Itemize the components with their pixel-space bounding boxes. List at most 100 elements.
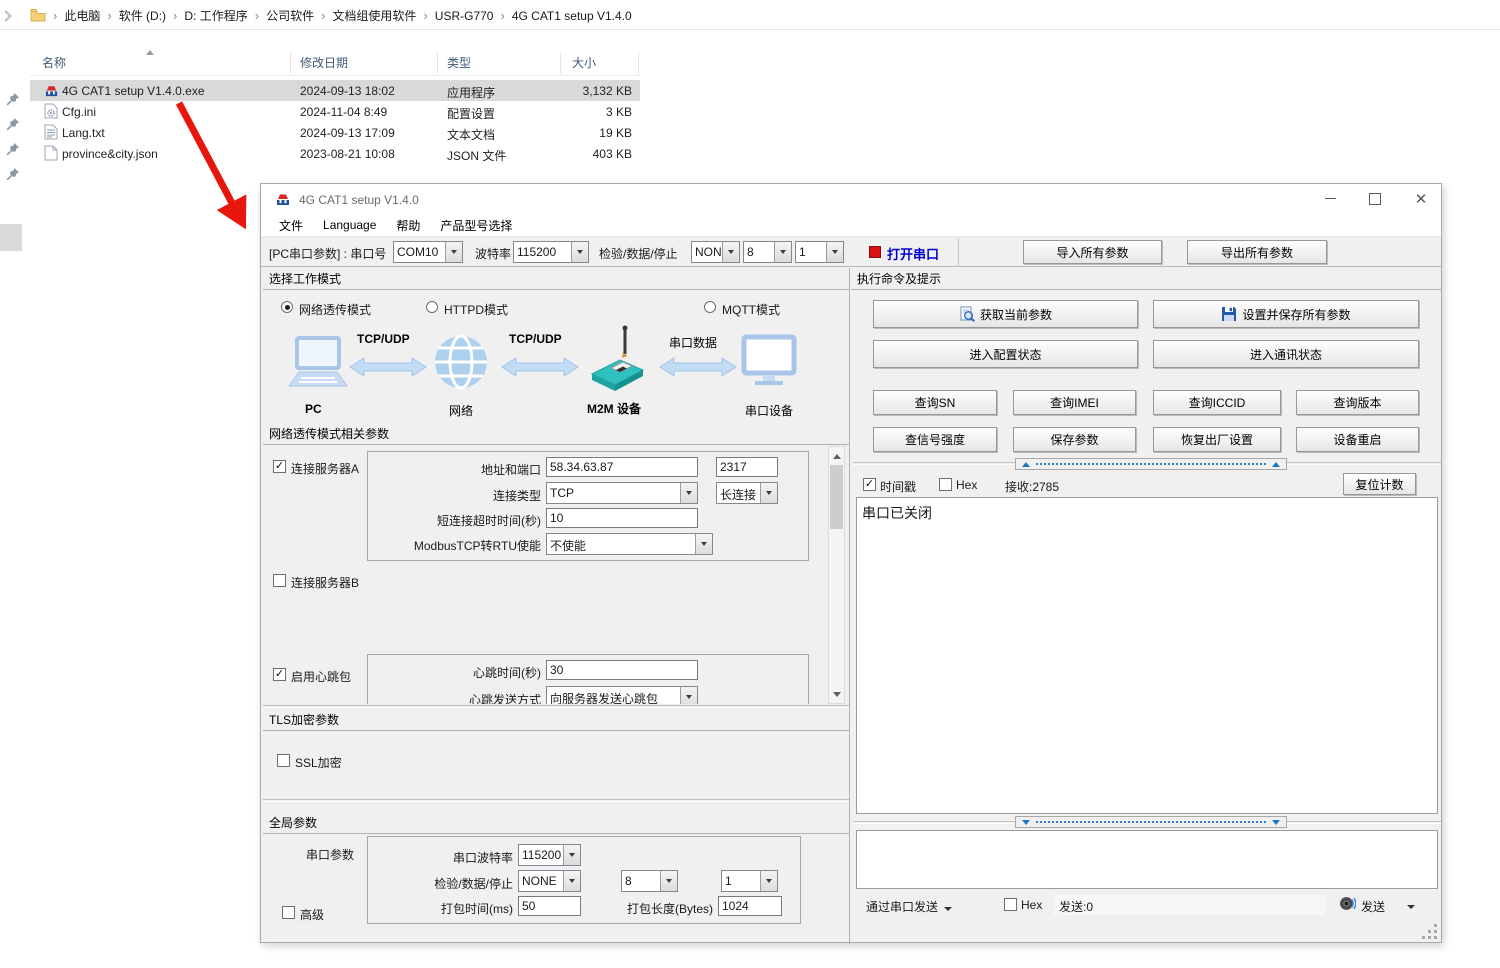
- stopbits-select[interactable]: 1: [795, 241, 844, 263]
- send-input-area[interactable]: [856, 830, 1438, 889]
- splitter-collapse-handle[interactable]: [1015, 458, 1287, 470]
- pushpin-icon[interactable]: [6, 142, 20, 156]
- modbus-select[interactable]: 不使能: [546, 533, 713, 555]
- query-signal-button[interactable]: 查信号强度: [873, 427, 997, 452]
- nav-pane-scroll-handle[interactable]: [0, 224, 22, 251]
- set-save-params-button[interactable]: 设置并保存所有参数: [1153, 300, 1419, 328]
- scrollbar-thumb[interactable]: [830, 465, 843, 529]
- heartbeat-time-input[interactable]: 30: [546, 660, 698, 680]
- net-params-scrollbar[interactable]: [828, 446, 845, 704]
- save-params-button[interactable]: 保存参数: [1013, 427, 1136, 452]
- column-header-date[interactable]: 修改日期: [300, 54, 348, 71]
- chevron-down-icon[interactable]: [1407, 905, 1415, 909]
- query-sn-button[interactable]: 查询SN: [873, 390, 997, 415]
- table-row[interactable]: Cfg.ini 2024-11-04 8:49 配置设置 3 KB: [30, 101, 640, 122]
- scroll-up-icon[interactable]: [829, 448, 844, 464]
- conn-type-select[interactable]: TCP: [546, 482, 698, 504]
- menu-help[interactable]: 帮助: [386, 217, 430, 234]
- column-divider: [290, 52, 291, 74]
- query-imei-button[interactable]: 查询IMEI: [1013, 390, 1136, 415]
- enter-config-button[interactable]: 进入配置状态: [873, 340, 1138, 368]
- column-header-size[interactable]: 大小: [572, 54, 596, 71]
- global-parity-select[interactable]: NONE: [518, 870, 581, 892]
- serial-device-icon: [741, 334, 797, 388]
- pack-time-input[interactable]: 50: [518, 896, 581, 916]
- parity-select[interactable]: NONE: [691, 241, 740, 263]
- global-databits-select[interactable]: 8: [621, 870, 678, 892]
- scroll-down-icon[interactable]: [829, 686, 844, 702]
- menu-product-select[interactable]: 产品型号选择: [430, 217, 522, 234]
- com-port-select[interactable]: COM10: [393, 241, 463, 263]
- send-via-dropdown[interactable]: 通过串口发送: [866, 898, 952, 915]
- advanced-checkbox[interactable]: [282, 906, 295, 919]
- diagram-node-label: PC: [305, 402, 322, 416]
- table-row[interactable]: province&city.json 2023-08-21 10:08 JSON…: [30, 143, 640, 164]
- recv-hex-checkbox[interactable]: [939, 478, 952, 491]
- radio-httpd-mode[interactable]: [426, 301, 438, 313]
- server-b-checkbox[interactable]: [273, 574, 286, 587]
- pack-len-input[interactable]: 1024: [718, 896, 782, 916]
- timestamp-checkbox[interactable]: [863, 478, 876, 491]
- collapse-up-icon: [1022, 462, 1030, 467]
- global-baud-select[interactable]: 115200: [518, 844, 581, 866]
- conn-persist-select[interactable]: 长连接: [716, 482, 778, 504]
- menu-language[interactable]: Language: [313, 218, 386, 232]
- breadcrumb-sep-icon: ›: [497, 8, 507, 23]
- server-a-label: 连接服务器A: [291, 460, 359, 477]
- ssl-label: SSL加密: [295, 754, 342, 771]
- server-a-checkbox[interactable]: [273, 460, 286, 473]
- nav-forward-icon[interactable]: [0, 10, 11, 21]
- reboot-button[interactable]: 设备重启: [1296, 427, 1419, 452]
- query-iccid-button[interactable]: 查询ICCID: [1153, 390, 1281, 415]
- send-hex-checkbox[interactable]: [1004, 898, 1017, 911]
- heartbeat-mode-select[interactable]: 向服务器发送心跳包: [546, 686, 698, 704]
- breadcrumb-item[interactable]: USR-G770: [431, 9, 498, 23]
- server-port-input[interactable]: 2317: [716, 457, 778, 477]
- breadcrumb-item[interactable]: 软件 (D:): [115, 7, 170, 24]
- breadcrumb-item[interactable]: D: 工作程序: [180, 7, 251, 24]
- short-timeout-input[interactable]: 10: [546, 508, 698, 528]
- column-divider: [437, 52, 438, 74]
- radio-net-transparent-mode[interactable]: [281, 301, 293, 313]
- maximize-button[interactable]: [1354, 184, 1396, 213]
- global-stopbits-select[interactable]: 1: [721, 870, 778, 892]
- splitter-collapse-handle[interactable]: [1015, 816, 1287, 828]
- import-params-button[interactable]: 导入所有参数: [1023, 240, 1162, 264]
- pushpin-icon[interactable]: [6, 167, 20, 181]
- column-header-name[interactable]: 名称: [42, 54, 66, 71]
- get-params-button[interactable]: 获取当前参数: [873, 300, 1138, 328]
- breadcrumb-item[interactable]: 此电脑: [60, 7, 104, 24]
- breadcrumb-item[interactable]: 公司软件: [262, 7, 318, 24]
- heartbeat-checkbox[interactable]: [273, 668, 286, 681]
- recv-hex-label: Hex: [956, 478, 977, 492]
- enter-comm-button[interactable]: 进入通讯状态: [1153, 340, 1419, 368]
- export-params-button[interactable]: 导出所有参数: [1187, 240, 1327, 264]
- minimize-button[interactable]: [1309, 184, 1351, 213]
- collapse-down-icon: [1272, 820, 1280, 825]
- menu-file[interactable]: 文件: [269, 217, 313, 234]
- app-window: 4G CAT1 setup V1.4.0 ✕ 文件 Language 帮助 产品…: [260, 183, 1442, 943]
- file-size: 3,132 KB: [560, 84, 632, 98]
- breadcrumb-item[interactable]: 文档组使用软件: [328, 7, 420, 24]
- receive-log-area[interactable]: 串口已关闭: [856, 497, 1438, 814]
- chevron-down-icon: [760, 483, 777, 503]
- table-row[interactable]: 4G CAT1 setup V1.4.0.exe 2024-09-13 18:0…: [30, 80, 640, 101]
- pushpin-icon[interactable]: [6, 117, 20, 131]
- close-button[interactable]: ✕: [1400, 184, 1442, 213]
- ssl-checkbox[interactable]: [277, 754, 290, 767]
- factory-reset-button[interactable]: 恢复出厂设置: [1153, 427, 1281, 452]
- section-divider: [263, 705, 849, 708]
- server-address-input[interactable]: 58.34.63.87: [546, 457, 698, 477]
- breadcrumb-item[interactable]: 4G CAT1 setup V1.4.0: [508, 9, 636, 23]
- reset-count-button[interactable]: 复位计数: [1343, 473, 1416, 495]
- table-row[interactable]: Lang.txt 2024-09-13 17:09 文本文档 19 KB: [30, 122, 640, 143]
- databits-select[interactable]: 8: [743, 241, 792, 263]
- open-serial-button[interactable]: 打开串口: [887, 244, 939, 263]
- radio-mqtt-mode[interactable]: [704, 301, 716, 313]
- column-header-type[interactable]: 类型: [447, 54, 471, 71]
- query-version-button[interactable]: 查询版本: [1296, 390, 1419, 415]
- resize-grip[interactable]: [1421, 923, 1439, 941]
- pushpin-icon[interactable]: [6, 92, 20, 106]
- send-button[interactable]: 发送: [1361, 898, 1385, 915]
- baud-select[interactable]: 115200: [513, 241, 589, 263]
